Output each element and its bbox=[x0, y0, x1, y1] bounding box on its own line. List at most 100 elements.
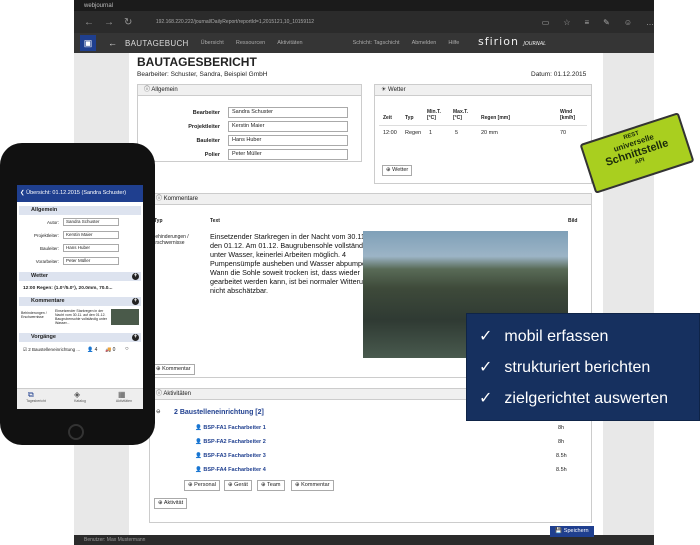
phone-home-button[interactable] bbox=[68, 424, 84, 440]
phone-header[interactable]: ❮ Übersicht: 01.12.2015 (Sandra Schuster… bbox=[17, 185, 143, 202]
app-logo-icon: ▣ bbox=[80, 35, 96, 51]
add-kommentar-button[interactable]: ⊕ Kommentar bbox=[291, 480, 334, 491]
phone-screen: ❮ Übersicht: 01.12.2015 (Sandra Schuster… bbox=[17, 185, 143, 409]
more-icon[interactable]: … bbox=[646, 18, 654, 27]
nav-schicht[interactable]: Schicht: Tagschicht bbox=[353, 40, 400, 46]
field-bearbeiter[interactable]: Sandra Schuster bbox=[228, 107, 348, 118]
label-bearbeiter: Bearbeiter bbox=[192, 110, 220, 116]
activity-hours: 8h bbox=[558, 439, 565, 445]
url-field[interactable]: 192.168.220.222/journal/DailyReport/repo… bbox=[156, 19, 452, 25]
add-aktivitaet-button[interactable]: ⊕ Aktivität bbox=[154, 498, 188, 509]
label-polier: Polier bbox=[204, 152, 220, 158]
refresh-icon[interactable]: ↻ bbox=[124, 17, 134, 28]
phone-comment-type: Behinderungen / Erschwernisse bbox=[21, 311, 47, 319]
collapse-icon[interactable]: ⊖ bbox=[156, 409, 161, 415]
phone-label: Vorarbeiter: bbox=[35, 259, 59, 264]
phone-wetter-section[interactable]: Wetter + bbox=[19, 272, 141, 281]
phone-label: Projektleiter: bbox=[33, 233, 59, 238]
check-icon: ✓ bbox=[479, 328, 493, 345]
activity-hours: 8.5h bbox=[556, 453, 567, 459]
phone-person-count: 👤 4 bbox=[87, 347, 98, 353]
phone-vorgaenge-section[interactable]: Vorgänge + bbox=[19, 333, 141, 342]
report-title: BAUTAGESBERICHT bbox=[137, 55, 257, 69]
phone-allgemein-section[interactable]: Allgemein bbox=[19, 206, 141, 215]
activity-group[interactable]: 2 Baustelleneinrichtung [2] bbox=[174, 409, 264, 416]
activity-row[interactable]: 👤 BSP-FA1 Facharbeiter 1 bbox=[195, 425, 266, 431]
favorite-star-icon[interactable]: ☆ bbox=[563, 18, 570, 27]
tab-aktivitaeten[interactable]: Aktivitäten bbox=[109, 399, 139, 403]
wetter-panel: ☀ Wetter Zeit Typ Min.T. [°C] Max.T. [°C… bbox=[374, 84, 592, 184]
app-title: BAUTAGEBUCH bbox=[125, 38, 189, 48]
col-bild: Bild bbox=[568, 218, 578, 224]
hub-icon[interactable]: ≡ bbox=[584, 18, 589, 27]
browser-title-bar: webjournal bbox=[74, 0, 654, 11]
phone-comment-photo[interactable] bbox=[111, 309, 139, 325]
report-date: Datum: 01.12.2015 bbox=[531, 71, 587, 78]
forward-arrow-icon[interactable]: → bbox=[104, 17, 114, 28]
note-icon[interactable]: ✎ bbox=[603, 18, 610, 27]
phone-vorgang[interactable]: ☑ 2 Baustelleneinrichtung ... bbox=[23, 347, 80, 353]
back-arrow-icon[interactable]: ← bbox=[108, 38, 117, 48]
phone-comment-text: Einsetzender Starkregen in der Nacht vom… bbox=[55, 309, 107, 325]
report-document: BAUTAGESBERICHT Bearbeiter: Schuster, Sa… bbox=[129, 53, 603, 545]
phone-truck-count: 🚚 0 bbox=[105, 347, 116, 353]
wetter-max: 5 bbox=[455, 130, 459, 136]
add-geraet-button[interactable]: ⊕ Gerät bbox=[224, 480, 252, 491]
col-typ: Typ bbox=[154, 218, 163, 224]
comment-icon[interactable]: ○ bbox=[125, 346, 129, 352]
nav-abmelden[interactable]: Abmelden bbox=[412, 40, 437, 46]
nav-aktivitaeten[interactable]: Aktivitäten bbox=[277, 40, 302, 46]
back-arrow-icon[interactable]: ← bbox=[84, 17, 94, 28]
field-polier[interactable]: Peter Müller bbox=[228, 149, 348, 160]
activity-row[interactable]: 👤 BSP-FA4 Facharbeiter 4 bbox=[195, 467, 266, 473]
label-projektleiter: Projektleiter bbox=[188, 124, 220, 130]
app-nav-bar: ▣ ← BAUTAGEBUCH Übersicht Ressourcen Akt… bbox=[74, 33, 654, 53]
col-wind: Wind [km/h] bbox=[560, 109, 575, 121]
phone-kommentare-section[interactable]: Kommentare + bbox=[19, 297, 141, 306]
tab-katalog[interactable]: Katalog bbox=[65, 399, 95, 403]
col-typ: Typ bbox=[405, 115, 414, 121]
phone-tab-bar: ⧉ Tagesbericht ◈ Katalog ▦ Aktivitäten bbox=[17, 388, 143, 409]
wetter-typ: Regen bbox=[405, 130, 422, 136]
share-icon[interactable]: ☺ bbox=[624, 18, 632, 27]
add-personal-button[interactable]: ⊕ Personal bbox=[184, 480, 220, 491]
add-icon: + bbox=[132, 334, 139, 341]
allgemein-header: ⓘ Allgemein bbox=[138, 85, 361, 96]
add-kommentar-button[interactable]: ⊕ Kommentar bbox=[152, 364, 195, 375]
phone-field[interactable]: Hans Huber bbox=[63, 244, 119, 252]
wetter-regen: 20 mm bbox=[481, 130, 498, 136]
col-min: Min.T. [°C] bbox=[427, 109, 441, 121]
wetter-zeit: 12:00 bbox=[383, 130, 397, 136]
add-wetter-button[interactable]: ⊕ Wetter bbox=[382, 165, 413, 176]
nav-uebersicht[interactable]: Übersicht bbox=[201, 40, 224, 46]
nav-ressourcen[interactable]: Ressourcen bbox=[236, 40, 265, 46]
check-icon: ✓ bbox=[479, 390, 493, 407]
col-zeit: Zeit bbox=[383, 115, 392, 121]
activity-row[interactable]: 👤 BSP-FA2 Facharbeiter 2 bbox=[195, 439, 266, 445]
kommentare-header: ⓘ Kommentare bbox=[150, 194, 591, 205]
report-editor: Bearbeiter: Schuster, Sandra, Beispiel G… bbox=[137, 71, 268, 78]
phone-wetter-line: 12:00 Regen: (1.0°/5.0°), 20.0mm, 70.0..… bbox=[23, 286, 113, 291]
activity-hours: 8h bbox=[558, 425, 565, 431]
field-bauleiter[interactable]: Hans Huber bbox=[228, 135, 348, 146]
add-team-button[interactable]: ⊕ Team bbox=[257, 480, 285, 491]
tab-tagesbericht[interactable]: Tagesbericht bbox=[21, 399, 51, 403]
activity-row[interactable]: 👤 BSP-FA3 Facharbeiter 3 bbox=[195, 453, 266, 459]
phone-label: Autor: bbox=[46, 220, 59, 225]
reading-view-icon[interactable]: ▭ bbox=[542, 18, 550, 27]
phone-field[interactable]: Peter Müller bbox=[63, 257, 119, 265]
feature-item: ✓ strukturiert berichten bbox=[479, 359, 651, 376]
browser-tab-title[interactable]: webjournal bbox=[84, 3, 113, 9]
katalog-icon[interactable]: ◈ bbox=[74, 390, 80, 399]
add-icon: + bbox=[132, 298, 139, 305]
feature-item: ✓ mobil erfassen bbox=[479, 328, 609, 345]
col-text: Text bbox=[210, 218, 220, 224]
save-button[interactable]: 💾 Speichern bbox=[550, 526, 594, 537]
field-projektleiter[interactable]: Kerstin Maier bbox=[228, 121, 348, 132]
phone-field[interactable]: Sandra Schuster bbox=[63, 218, 119, 226]
phone-field[interactable]: Kerstin Maier bbox=[63, 231, 119, 239]
comment-type: Behinderungen / Erschwernisse bbox=[152, 234, 189, 246]
brand-logo: sfirion JOURNAL bbox=[478, 35, 546, 48]
nav-hilfe[interactable]: Hilfe bbox=[448, 40, 459, 46]
aktivitaeten-icon[interactable]: ▦ bbox=[118, 390, 126, 399]
